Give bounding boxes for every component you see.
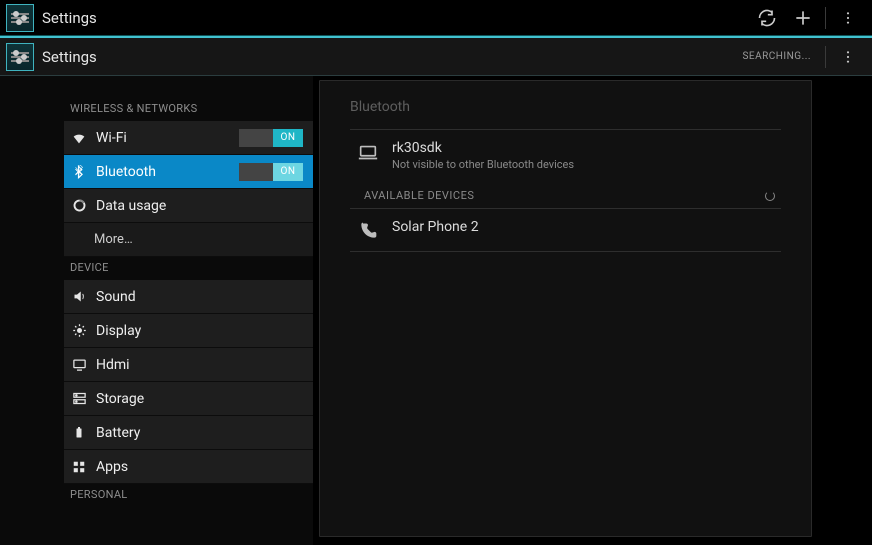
laptop-icon (354, 140, 382, 164)
bluetooth-detail-panel: Bluetooth rk30sdk Not visible to other B… (319, 80, 812, 537)
battery-icon (70, 425, 88, 440)
sidebar-item-label: Apps (96, 459, 128, 475)
detail-title: Bluetooth (350, 99, 781, 115)
sidebar-item-label: Data usage (96, 198, 166, 214)
sidebar-item-label: Sound (96, 289, 136, 305)
settings-app-icon-small[interactable] (6, 43, 34, 71)
main-content: WIRELESS & NETWORKS Wi-Fi ON Bluetooth O… (0, 76, 872, 545)
app-actionbar-title: Settings (42, 48, 97, 66)
this-device-visibility: Not visible to other Bluetooth devices (392, 158, 574, 171)
refresh-icon[interactable] (749, 0, 785, 36)
sound-icon (70, 289, 88, 304)
section-header-device: DEVICE (64, 257, 313, 280)
display-icon (70, 323, 88, 338)
sidebar-item-sound[interactable]: Sound (64, 280, 313, 314)
sidebar-item-label: Display (96, 323, 141, 339)
sidebar-item-label: Bluetooth (96, 164, 156, 180)
sidebar-item-label: Battery (96, 425, 140, 441)
scanning-spinner-icon (765, 191, 775, 201)
divider (350, 251, 781, 252)
overflow-menu-icon-2[interactable] (830, 39, 866, 75)
sidebar-item-label: Wi-Fi (96, 130, 127, 146)
sidebar-item-label: Storage (96, 391, 144, 407)
apps-icon (70, 460, 88, 474)
this-device-name: rk30sdk (392, 140, 574, 156)
available-device-name: Solar Phone 2 (392, 219, 479, 235)
system-actionbar-title: Settings (42, 9, 97, 27)
section-header-wireless: WIRELESS & NETWORKS (64, 98, 313, 121)
sidebar-item-label: More… (94, 232, 133, 247)
settings-app-icon[interactable] (6, 4, 34, 32)
sidebar-item-battery[interactable]: Battery (64, 416, 313, 450)
sidebar-item-bluetooth[interactable]: Bluetooth ON (64, 155, 313, 189)
hdmi-icon (70, 357, 88, 372)
available-devices-header: AVAILABLE DEVICES (350, 181, 781, 208)
sidebar-item-storage[interactable]: Storage (64, 382, 313, 416)
sidebar-item-wifi[interactable]: Wi-Fi ON (64, 121, 313, 155)
this-device-row[interactable]: rk30sdk Not visible to other Bluetooth d… (350, 130, 781, 181)
overflow-menu-icon[interactable] (830, 0, 866, 36)
wifi-icon (70, 130, 88, 146)
sidebar-item-datausage[interactable]: Data usage (64, 189, 313, 223)
available-device-row[interactable]: Solar Phone 2 (350, 209, 781, 251)
storage-icon (70, 391, 88, 406)
sidebar-item-display[interactable]: Display (64, 314, 313, 348)
bluetooth-icon (70, 165, 88, 179)
sidebar-item-label: Hdmi (96, 357, 130, 373)
data-usage-icon (70, 198, 88, 213)
settings-sidebar: WIRELESS & NETWORKS Wi-Fi ON Bluetooth O… (0, 76, 313, 545)
section-header-personal: PERSONAL (64, 484, 313, 507)
bluetooth-toggle[interactable]: ON (239, 163, 303, 181)
add-icon[interactable] (785, 0, 821, 36)
sidebar-item-more[interactable]: More… (64, 223, 313, 257)
system-actionbar: Settings (0, 0, 872, 36)
phone-icon (354, 219, 382, 241)
search-status: SEARCHING... (742, 51, 811, 62)
sidebar-item-apps[interactable]: Apps (64, 450, 313, 484)
wifi-toggle[interactable]: ON (239, 129, 303, 147)
sidebar-item-hdmi[interactable]: Hdmi (64, 348, 313, 382)
app-actionbar: Settings SEARCHING... (0, 38, 872, 76)
